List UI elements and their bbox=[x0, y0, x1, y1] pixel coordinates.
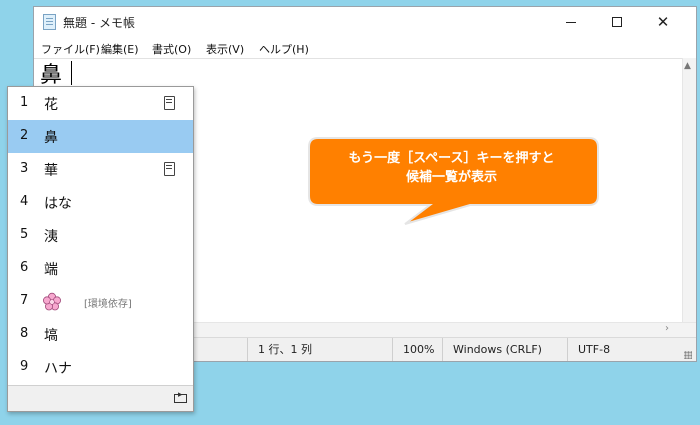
notepad-icon bbox=[43, 14, 56, 30]
maximize-icon bbox=[612, 17, 622, 27]
ime-candidate-list: 1 花 2 鼻 3 華 4 はな 5 洟 6 端 7 [環境依存] 8 塙 9 … bbox=[7, 86, 194, 412]
candidate-text: 洟 bbox=[44, 229, 58, 245]
candidate-text: 塙 bbox=[44, 328, 58, 344]
flower-icon bbox=[43, 292, 61, 311]
status-line-ending: Windows (CRLF) bbox=[442, 338, 567, 361]
candidate-item-6[interactable]: 6 端 bbox=[8, 252, 193, 285]
status-position: 1 行、1 列 bbox=[247, 338, 392, 361]
candidate-item-3[interactable]: 3 華 bbox=[8, 153, 193, 186]
menu-file[interactable]: ファイル(F) bbox=[41, 41, 100, 57]
candidate-text: 端 bbox=[44, 262, 58, 278]
candidate-text: 鼻 bbox=[44, 130, 58, 146]
maximize-button[interactable] bbox=[594, 7, 640, 37]
candidate-item-1[interactable]: 1 花 bbox=[8, 87, 193, 120]
menu-help[interactable]: ヘルプ(H) bbox=[259, 41, 309, 57]
minimize-button[interactable] bbox=[548, 7, 594, 37]
candidate-footer bbox=[8, 385, 193, 411]
expand-candidates-icon[interactable] bbox=[174, 390, 187, 403]
candidate-number: 4 bbox=[20, 194, 29, 209]
text-caret bbox=[71, 61, 72, 85]
status-encoding: UTF-8 bbox=[567, 338, 696, 361]
callout-text: もう一度［スペース］キーを押すと 候補一覧が表示 bbox=[304, 149, 599, 187]
candidate-number: 8 bbox=[20, 326, 29, 341]
scroll-up-icon[interactable]: ▲ bbox=[684, 61, 691, 71]
status-zoom: 100% bbox=[392, 338, 442, 361]
candidate-number: 7 bbox=[20, 293, 29, 308]
resize-grip-icon[interactable] bbox=[684, 351, 692, 359]
callout-line-1: もう一度［スペース］キーを押すと bbox=[348, 151, 555, 166]
vertical-scrollbar[interactable]: ▲ bbox=[682, 58, 696, 322]
candidate-item-5[interactable]: 5 洟 bbox=[8, 219, 193, 252]
candidate-number: 1 bbox=[20, 95, 29, 110]
menu-bar: ファイル(F) 編集(E) 書式(O) 表示(V) ヘルプ(H) bbox=[34, 38, 696, 58]
candidate-item-9[interactable]: 9 ハナ bbox=[8, 351, 193, 384]
candidate-number: 2 bbox=[20, 128, 29, 143]
candidate-number: 6 bbox=[20, 260, 29, 275]
candidate-item-8[interactable]: 8 塙 bbox=[8, 318, 193, 351]
candidate-text: 花 bbox=[44, 97, 58, 113]
window-title: 無題 - メモ帳 bbox=[63, 16, 135, 30]
close-button[interactable]: ✕ bbox=[640, 7, 686, 37]
candidate-text: はな bbox=[44, 196, 72, 212]
title-bar[interactable]: 無題 - メモ帳 ✕ bbox=[34, 7, 696, 37]
scroll-right-icon[interactable]: › bbox=[665, 323, 669, 334]
menu-edit[interactable]: 編集(E) bbox=[101, 41, 139, 57]
candidate-item-4[interactable]: 4 はな bbox=[8, 186, 193, 219]
candidate-item-7[interactable]: 7 [環境依存] bbox=[8, 285, 193, 318]
book-icon bbox=[164, 162, 175, 176]
editor-text: 鼻 bbox=[40, 63, 63, 88]
candidate-item-2[interactable]: 2 鼻 bbox=[8, 120, 193, 153]
candidate-number: 5 bbox=[20, 227, 29, 242]
candidate-number: 9 bbox=[20, 359, 29, 374]
menu-view[interactable]: 表示(V) bbox=[206, 41, 244, 57]
menu-format[interactable]: 書式(O) bbox=[152, 41, 191, 57]
book-icon bbox=[164, 96, 175, 110]
candidate-number: 3 bbox=[20, 161, 29, 176]
callout-line-2: 候補一覧が表示 bbox=[405, 170, 497, 185]
environment-dependent-note: [環境依存] bbox=[84, 299, 132, 310]
candidate-text: ハナ bbox=[44, 361, 72, 377]
close-icon: ✕ bbox=[656, 13, 670, 31]
minimize-icon bbox=[566, 22, 576, 23]
candidate-text: 華 bbox=[44, 163, 58, 179]
